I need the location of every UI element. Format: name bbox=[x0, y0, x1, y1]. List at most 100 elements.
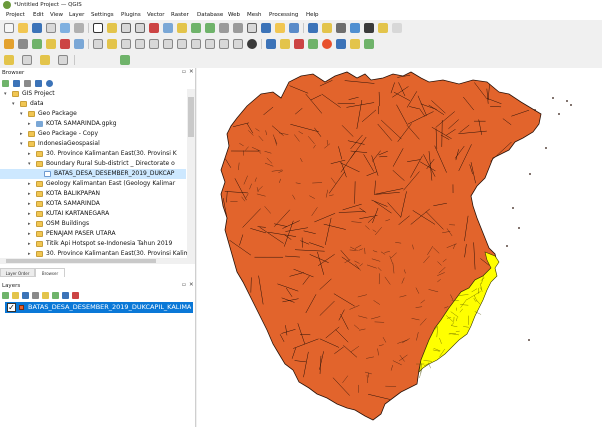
add-raster-layer-icon[interactable] bbox=[32, 39, 42, 49]
browser-horizontal-scroll-thumb[interactable] bbox=[6, 259, 156, 263]
data-source-manager-icon[interactable] bbox=[4, 39, 14, 49]
attribute-table-icon[interactable] bbox=[336, 23, 346, 33]
refresh-browser-icon[interactable] bbox=[13, 80, 20, 87]
annotation-icon[interactable] bbox=[392, 23, 402, 33]
enable-properties-icon[interactable] bbox=[46, 80, 53, 87]
layer-visibility-checkbox[interactable]: ✓ bbox=[7, 303, 16, 312]
snapping-icon[interactable] bbox=[40, 55, 50, 65]
collapse-arrow-icon[interactable]: ▾ bbox=[28, 159, 31, 169]
tab-layer-order[interactable]: Layer Order bbox=[0, 268, 35, 277]
open-project-icon[interactable] bbox=[18, 23, 28, 33]
menu-vector[interactable]: Vector bbox=[147, 10, 165, 20]
plugin-f-icon[interactable] bbox=[350, 39, 360, 49]
filter-legend-icon[interactable] bbox=[32, 292, 39, 299]
browser-tree-item[interactable]: ▸ PENAJAM PASER UTARA bbox=[0, 229, 186, 239]
expand-arrow-icon[interactable]: ▸ bbox=[28, 149, 31, 159]
undo-icon[interactable] bbox=[219, 39, 229, 49]
paste-features-icon[interactable] bbox=[205, 39, 215, 49]
collapse-arrow-icon[interactable]: ▾ bbox=[20, 139, 23, 149]
filter-by-expression-icon[interactable] bbox=[42, 292, 49, 299]
identify-features-icon[interactable] bbox=[308, 23, 318, 33]
collapse-arrow-icon[interactable]: ▾ bbox=[20, 109, 23, 119]
menu-layer[interactable]: Layer bbox=[69, 10, 84, 20]
add-selected-layers-icon[interactable] bbox=[2, 80, 9, 87]
zoom-out-icon[interactable] bbox=[135, 23, 145, 33]
expand-arrow-icon[interactable]: ▸ bbox=[28, 229, 31, 239]
browser-tree-item[interactable]: ▾ GIS Project bbox=[0, 89, 186, 99]
zoom-in-icon[interactable] bbox=[121, 23, 131, 33]
layers-panel-float-icon[interactable]: ▫ bbox=[182, 282, 186, 288]
save-as-icon[interactable] bbox=[46, 23, 56, 33]
open-layer-styling-icon[interactable] bbox=[2, 292, 9, 299]
menu-edit[interactable]: Edit bbox=[33, 10, 44, 20]
collapse-arrow-icon[interactable]: ▾ bbox=[4, 89, 7, 99]
expand-arrow-icon[interactable]: ▸ bbox=[20, 129, 23, 139]
menu-mesh[interactable]: Mesh bbox=[247, 10, 261, 20]
zoom-full-icon[interactable] bbox=[163, 23, 173, 33]
toggle-editing-icon[interactable] bbox=[107, 39, 117, 49]
statistical-summary-icon[interactable] bbox=[350, 23, 360, 33]
layers-panel-close-icon[interactable]: ✕ bbox=[189, 282, 194, 288]
browser-tree-item[interactable]: ▸ OSM Buildings bbox=[0, 219, 186, 229]
plugin-d-icon[interactable] bbox=[322, 39, 332, 49]
copy-features-icon[interactable] bbox=[191, 39, 201, 49]
zoom-rubberband-icon[interactable] bbox=[149, 23, 159, 33]
delete-selected-icon[interactable] bbox=[163, 39, 173, 49]
select-features-icon[interactable] bbox=[322, 23, 332, 33]
plugin-b-icon[interactable] bbox=[294, 39, 304, 49]
browser-panel-float-icon[interactable]: ▫ bbox=[182, 69, 186, 75]
browser-tree-item[interactable]: ▸ KOTA BALIKPAPAN bbox=[0, 189, 186, 199]
menu-raster[interactable]: Raster bbox=[171, 10, 189, 20]
expand-arrow-icon[interactable]: ▸ bbox=[28, 239, 31, 249]
new-map-view-icon[interactable] bbox=[247, 23, 257, 33]
browser-tree-item[interactable]: ▾ Geo Package bbox=[0, 109, 186, 119]
pan-to-selection-icon[interactable] bbox=[107, 23, 117, 33]
vertex-tool-icon[interactable] bbox=[149, 39, 159, 49]
zoom-native-icon[interactable] bbox=[205, 23, 215, 33]
filter-browser-icon[interactable] bbox=[24, 80, 31, 87]
kalimantan-timur-polygon[interactable] bbox=[220, 71, 542, 421]
browser-tree-item[interactable]: ▾ data bbox=[0, 99, 186, 109]
save-edits-icon[interactable] bbox=[121, 39, 131, 49]
browser-vertical-scroll-thumb[interactable] bbox=[188, 97, 194, 137]
add-feature-icon[interactable] bbox=[135, 39, 145, 49]
zoom-to-layer-icon[interactable] bbox=[191, 23, 201, 33]
label-tool-icon[interactable] bbox=[247, 39, 257, 49]
browser-tree-item[interactable]: ▾ Boundary Rural Sub-district _ Directora… bbox=[0, 159, 186, 169]
save-project-icon[interactable] bbox=[32, 23, 42, 33]
advanced-digitize-icon[interactable] bbox=[58, 55, 68, 65]
menu-view[interactable]: View bbox=[50, 10, 63, 20]
browser-tree-item[interactable]: ▸ 30. Province Kalimantan East(30. Provin… bbox=[0, 249, 187, 258]
layer-row[interactable]: ✓ BATAS_DESA_DESEMBER_2019_DUKCAPIL_KALI… bbox=[5, 302, 193, 313]
browser-tree-item[interactable]: ▸ Geology Kalimantan East (Geology Kalima… bbox=[0, 179, 186, 189]
digitize-icon[interactable] bbox=[4, 55, 14, 65]
zoom-to-selection-icon[interactable] bbox=[177, 23, 187, 33]
collapse-all-layers-icon[interactable] bbox=[62, 292, 69, 299]
browser-tree-item[interactable]: ▸ KOTA SAMARINDA bbox=[0, 199, 186, 209]
expand-arrow-icon[interactable]: ▸ bbox=[28, 119, 31, 129]
georeferencer-icon[interactable] bbox=[120, 55, 130, 65]
map-canvas[interactable] bbox=[197, 68, 602, 427]
layout-manager-icon[interactable] bbox=[74, 23, 84, 33]
menu-settings[interactable]: Settings bbox=[91, 10, 114, 20]
tab-browser[interactable]: Browser bbox=[35, 268, 65, 277]
add-spatialite-icon[interactable] bbox=[60, 39, 70, 49]
remove-layer-icon[interactable] bbox=[72, 292, 79, 299]
browser-tree-item[interactable]: ▸ KUTAI KARTANEGARA bbox=[0, 209, 186, 219]
plugin-g-icon[interactable] bbox=[364, 39, 374, 49]
layer-symbol-swatch[interactable] bbox=[19, 305, 24, 310]
shape-tool-icon[interactable] bbox=[22, 55, 32, 65]
add-delimited-text-icon[interactable] bbox=[46, 39, 56, 49]
current-edits-icon[interactable] bbox=[93, 39, 103, 49]
pan-map-icon[interactable] bbox=[93, 23, 103, 33]
browser-tree-item[interactable]: ▸ KOTA SAMARINDA.gpkg bbox=[0, 119, 186, 129]
cut-features-icon[interactable] bbox=[177, 39, 187, 49]
plugin-e-icon[interactable] bbox=[336, 39, 346, 49]
expand-arrow-icon[interactable]: ▸ bbox=[28, 179, 31, 189]
plugin-a-icon[interactable] bbox=[280, 39, 290, 49]
menu-project[interactable]: Project bbox=[6, 10, 25, 20]
browser-tree-item[interactable]: ▾ IndonesiaGeospasial bbox=[0, 139, 186, 149]
expand-arrow-icon[interactable]: ▸ bbox=[28, 249, 31, 258]
browser-panel-close-icon[interactable]: ✕ bbox=[189, 69, 194, 75]
new-3d-map-icon[interactable] bbox=[261, 23, 271, 33]
